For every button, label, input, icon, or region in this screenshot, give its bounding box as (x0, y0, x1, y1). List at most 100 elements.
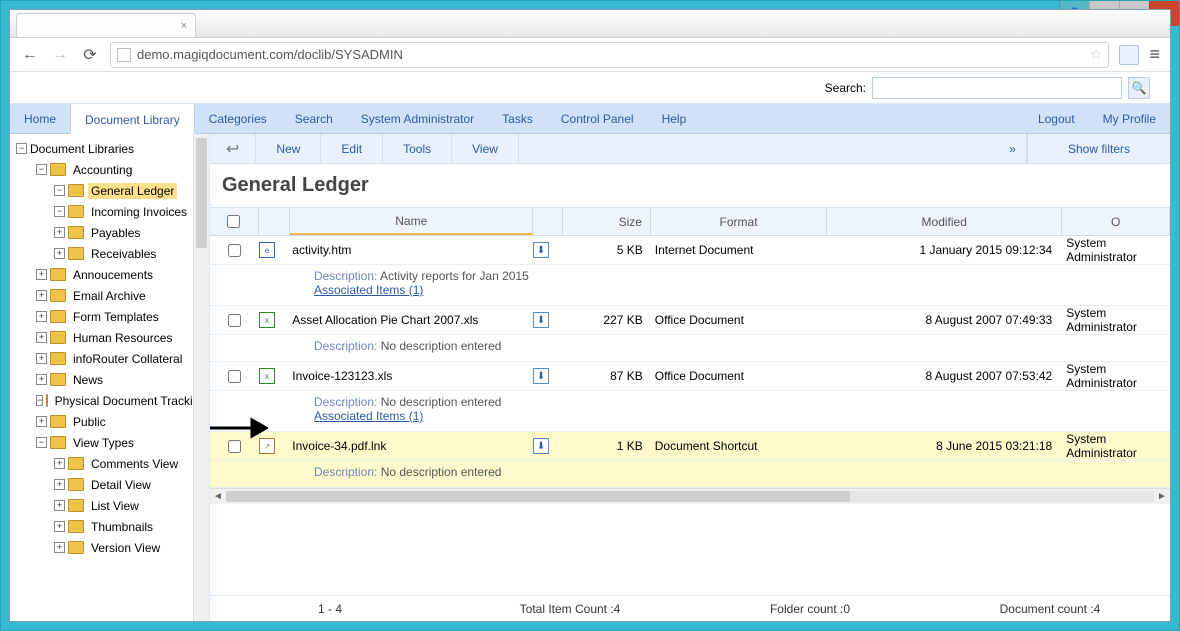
show-filters-button[interactable]: Show filters (1027, 134, 1170, 163)
tree-label[interactable]: Human Resources (70, 330, 175, 346)
tree-node-payables[interactable]: + Payables (12, 222, 209, 243)
bookmark-icon[interactable]: ☆ (1090, 46, 1103, 63)
tab-tasks[interactable]: Tasks (488, 104, 547, 133)
associated-items-link[interactable]: Associated Items (1) (314, 409, 423, 423)
tree-node-general-ledger[interactable]: − General Ledger (12, 180, 209, 201)
tree-node-list-view[interactable]: + List View (12, 495, 209, 516)
tree-node-annoucements[interactable]: + Annoucements (12, 264, 209, 285)
tree-node-physical-document-tracking[interactable]: −Physical Document Tracking (12, 390, 209, 411)
table-row[interactable]: xAsset Allocation Pie Chart 2007.xls⬇227… (210, 306, 1170, 335)
toolbar-tools[interactable]: Tools (383, 134, 452, 163)
col-checkbox[interactable] (210, 208, 259, 235)
reload-button[interactable]: ⟳ (80, 45, 100, 65)
tree-label[interactable]: General Ledger (88, 183, 177, 199)
tree-label[interactable]: Email Archive (70, 288, 149, 304)
tree-node-email-archive[interactable]: + Email Archive (12, 285, 209, 306)
tab-help[interactable]: Help (648, 104, 701, 133)
tree-label[interactable]: Payables (88, 225, 143, 241)
tree-toggle[interactable]: − (36, 437, 47, 448)
col-size[interactable]: Size (563, 208, 651, 235)
tree-toggle[interactable]: + (54, 500, 65, 511)
tree-label[interactable]: Accounting (70, 162, 135, 178)
tree-toggle[interactable]: − (36, 395, 43, 406)
tree-node-receivables[interactable]: + Receivables (12, 243, 209, 264)
tree-label[interactable]: infoRouter Collateral (70, 351, 185, 367)
table-row[interactable]: ↗Invoice-34.pdf.lnk⬇1 KBDocument Shortcu… (210, 432, 1170, 461)
tree-node-public[interactable]: +Public (12, 411, 209, 432)
toolbar-new[interactable]: New (256, 134, 321, 163)
back-icon[interactable]: ↩ (210, 134, 256, 163)
hamburger-icon[interactable]: ≡ (1149, 44, 1160, 65)
tree-toggle[interactable]: − (54, 185, 65, 196)
tree-label[interactable]: Form Templates (70, 309, 162, 325)
compat-button[interactable] (1119, 45, 1139, 65)
row-checkbox[interactable] (228, 440, 241, 453)
tab-home[interactable]: Home (10, 104, 70, 133)
tree-node-human-resources[interactable]: + Human Resources (12, 327, 209, 348)
tree-toggle[interactable]: − (54, 206, 65, 217)
tree-node-news[interactable]: + News (12, 369, 209, 390)
table-row[interactable]: xInvoice-123123.xls⬇87 KBOffice Document… (210, 362, 1170, 391)
search-button[interactable]: 🔍 (1128, 77, 1150, 99)
nav-logout[interactable]: Logout (1024, 104, 1089, 133)
tree-toggle[interactable]: + (36, 374, 47, 385)
tree-toggle[interactable]: + (36, 416, 47, 427)
tree-node-incoming-invoices[interactable]: − Incoming Invoices (12, 201, 209, 222)
tree-label[interactable]: List View (88, 498, 142, 514)
tree-label[interactable]: Version View (88, 540, 163, 556)
tree-node-view-types[interactable]: − View Types (12, 432, 209, 453)
tree-toggle[interactable]: + (36, 290, 47, 301)
toolbar-edit[interactable]: Edit (321, 134, 383, 163)
tree-toggle[interactable]: + (36, 332, 47, 343)
toolbar-more-icon[interactable]: » (999, 134, 1027, 163)
tree-label[interactable]: Physical Document Tracking (52, 393, 209, 409)
col-format[interactable]: Format (651, 208, 827, 235)
tree-label[interactable]: News (70, 372, 106, 388)
download-icon[interactable]: ⬇ (533, 368, 549, 384)
tab-document-library[interactable]: Document Library (70, 104, 195, 134)
tab-categories[interactable]: Categories (195, 104, 281, 133)
tree-toggle[interactable]: + (54, 248, 65, 259)
grid-hscrollbar[interactable]: ◄► (210, 488, 1170, 504)
search-input[interactable] (872, 77, 1122, 99)
tree-toggle[interactable]: + (36, 311, 47, 322)
tree-node-thumbnails[interactable]: +Thumbnails (12, 516, 209, 537)
col-owner[interactable]: O (1062, 208, 1170, 235)
tree-toggle[interactable]: + (36, 353, 47, 364)
download-icon[interactable]: ⬇ (533, 312, 549, 328)
tree-node-form-templates[interactable]: + Form Templates (12, 306, 209, 327)
col-modified[interactable]: Modified (827, 208, 1062, 235)
tree-root-label[interactable]: Document Libraries (30, 142, 134, 156)
forward-button[interactable]: → (50, 45, 70, 65)
file-name[interactable]: activity.htm (290, 243, 533, 257)
download-icon[interactable]: ⬇ (533, 438, 549, 454)
tree-toggle[interactable]: + (54, 479, 65, 490)
tree-toggle[interactable]: + (36, 269, 47, 280)
associated-items-link[interactable]: Associated Items (1) (314, 283, 423, 297)
tree-label[interactable]: Annoucements (70, 267, 156, 283)
tree-label[interactable]: View Types (70, 435, 137, 451)
close-tab-icon[interactable]: × (181, 20, 187, 32)
toolbar-view[interactable]: View (452, 134, 519, 163)
tree-label[interactable]: Comments View (88, 456, 181, 472)
tree-toggle[interactable]: − (16, 143, 27, 154)
table-row[interactable]: eactivity.htm⬇5 KBInternet Document1 Jan… (210, 236, 1170, 265)
tree-toggle[interactable]: + (54, 542, 65, 553)
tree-node-detail-view[interactable]: +Detail View (12, 474, 209, 495)
url-input[interactable]: demo.magiqdocument.com/doclib/SYSADMIN ☆ (110, 42, 1109, 68)
tree-label[interactable]: Receivables (88, 246, 159, 262)
tree-node-accounting[interactable]: −Accounting (12, 159, 209, 180)
file-name[interactable]: Invoice-123123.xls (290, 369, 533, 383)
nav-my-profile[interactable]: My Profile (1089, 104, 1170, 133)
tree-toggle[interactable]: + (54, 458, 65, 469)
tree-toggle[interactable]: + (54, 227, 65, 238)
row-checkbox[interactable] (228, 314, 241, 327)
tree-label[interactable]: Thumbnails (88, 519, 156, 535)
tab-system-administrator[interactable]: System Administrator (347, 104, 488, 133)
tab-control-panel[interactable]: Control Panel (547, 104, 648, 133)
tab-search[interactable]: Search (281, 104, 347, 133)
file-name[interactable]: Asset Allocation Pie Chart 2007.xls (290, 313, 533, 327)
tree-node-comments-view[interactable]: + Comments View (12, 453, 209, 474)
tree-label[interactable]: Incoming Invoices (88, 204, 190, 220)
row-checkbox[interactable] (228, 370, 241, 383)
